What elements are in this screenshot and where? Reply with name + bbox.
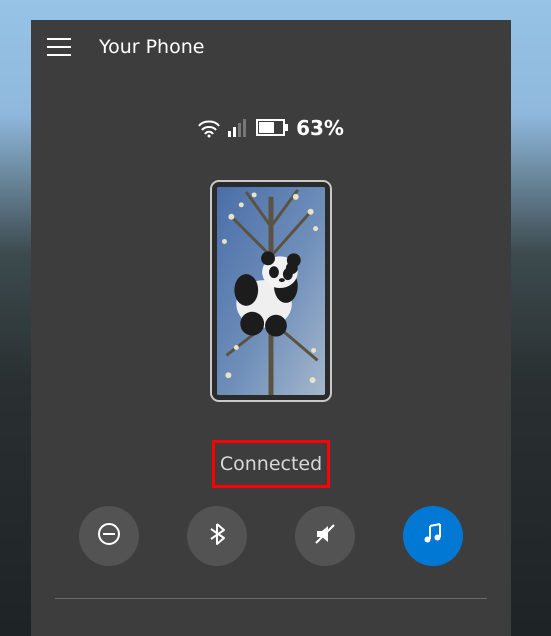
bluetooth-button[interactable] bbox=[187, 506, 247, 566]
connection-status-highlight: Connected bbox=[212, 440, 330, 488]
your-phone-panel: Your Phone 63% bbox=[31, 20, 511, 636]
connection-status-label: Connected bbox=[220, 453, 322, 475]
dnd-button[interactable] bbox=[79, 506, 139, 566]
panel-header: Your Phone bbox=[31, 20, 511, 58]
volume-mute-icon bbox=[312, 521, 338, 551]
hamburger-menu-icon[interactable] bbox=[47, 38, 71, 56]
music-button[interactable] bbox=[403, 506, 463, 566]
phone-wallpaper bbox=[217, 187, 325, 395]
do-not-disturb-icon bbox=[96, 521, 122, 551]
section-divider bbox=[55, 598, 487, 599]
bluetooth-icon bbox=[204, 521, 230, 551]
music-icon bbox=[420, 521, 446, 551]
phone-preview-frame[interactable] bbox=[210, 180, 332, 402]
battery-percentage: 63% bbox=[296, 116, 344, 140]
battery-icon bbox=[256, 119, 288, 137]
wifi-icon bbox=[198, 118, 220, 138]
mute-button[interactable] bbox=[295, 506, 355, 566]
phone-status-bar: 63% bbox=[31, 116, 511, 140]
action-button-row bbox=[31, 506, 511, 566]
signal-icon bbox=[228, 119, 248, 137]
page-title: Your Phone bbox=[99, 36, 204, 58]
